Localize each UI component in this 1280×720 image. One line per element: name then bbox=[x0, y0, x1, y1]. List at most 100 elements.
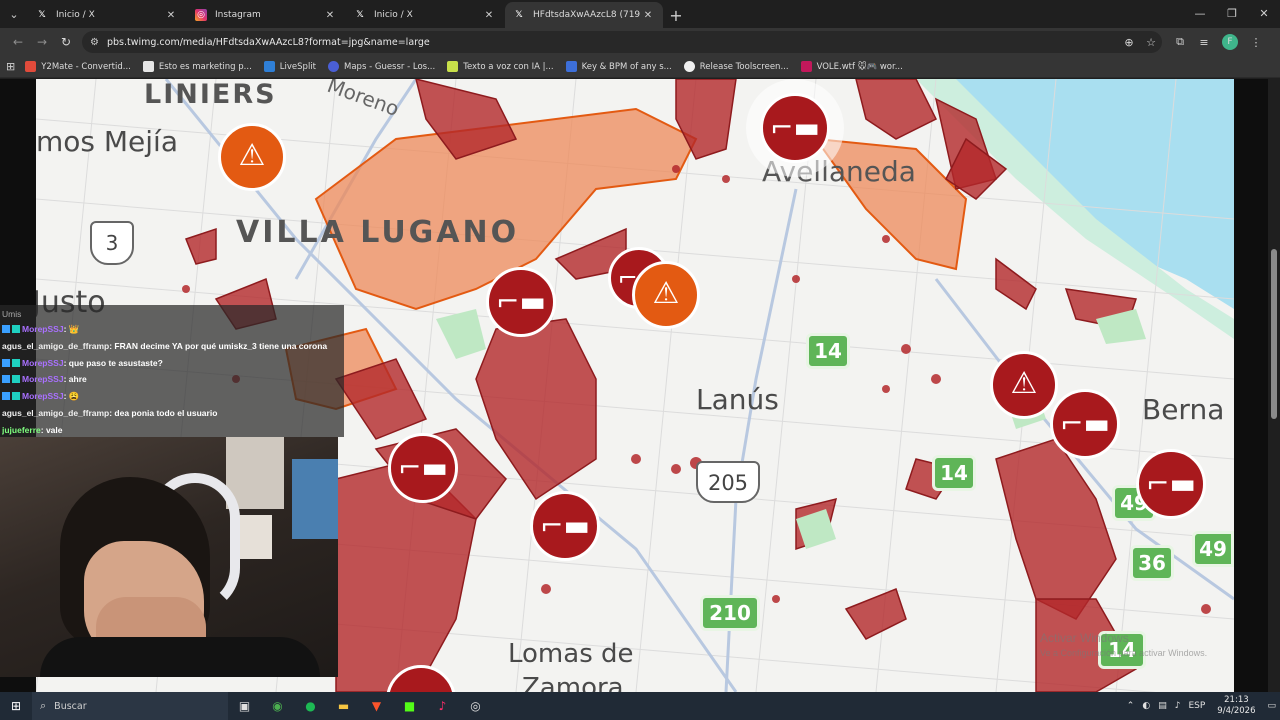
badge-icon bbox=[2, 375, 10, 384]
taskbar-search-label: Buscar bbox=[54, 700, 87, 712]
spotify-icon[interactable]: ● bbox=[294, 692, 327, 720]
close-icon[interactable]: ✕ bbox=[323, 10, 337, 21]
kick-icon[interactable]: ■ bbox=[393, 692, 426, 720]
back-arrow-icon[interactable]: ← bbox=[6, 30, 30, 54]
chat-text: : 😩 bbox=[63, 391, 80, 402]
x-logo-icon: 𝕏 bbox=[356, 10, 364, 20]
close-icon[interactable]: ✕ bbox=[164, 10, 178, 21]
new-tab-button[interactable]: + bbox=[664, 2, 688, 28]
bookmark-icon bbox=[25, 61, 37, 72]
bookmark-release-toolscreen[interactable]: Release Toolscreen... bbox=[683, 61, 789, 72]
task-view-icon[interactable]: ▣ bbox=[228, 692, 261, 720]
tab-strip: ⌄ 𝕏 Inicio / X ✕ ◎ Instagram ✕ 𝕏 Inicio … bbox=[0, 0, 1280, 28]
chat-message: MorepSSJ: 😩 bbox=[2, 388, 344, 405]
label-liniers: LINIERS bbox=[144, 79, 277, 110]
menu-dots-icon[interactable]: ⋮ bbox=[1244, 36, 1268, 49]
network-icon[interactable]: ▤ bbox=[1158, 701, 1167, 711]
bookmark-livesplit[interactable]: LiveSplit bbox=[263, 61, 316, 72]
tab-inicio-x-2[interactable]: 𝕏 Inicio / X ✕ bbox=[346, 2, 504, 28]
bookmark-label: VOLE.wtf 🐭🎮 wor... bbox=[816, 61, 903, 72]
profile-avatar[interactable]: F bbox=[1222, 34, 1238, 50]
bookmark-label: Release Toolscreen... bbox=[699, 61, 789, 72]
person-shirt bbox=[40, 637, 320, 677]
chat-text: : 👑 bbox=[63, 324, 80, 334]
instagram-icon: ◎ bbox=[195, 9, 207, 21]
tab-instagram[interactable]: ◎ Instagram ✕ bbox=[187, 2, 345, 28]
bookmark-vole[interactable]: VOLE.wtf 🐭🎮 wor... bbox=[800, 61, 903, 72]
brave-icon[interactable]: ▼ bbox=[360, 692, 393, 720]
chat-user: MorepSSJ bbox=[22, 374, 64, 385]
bookmark-marketing[interactable]: Esto es marketing p... bbox=[142, 61, 252, 72]
taskbar-search[interactable]: ⌕ Buscar bbox=[32, 692, 228, 720]
badge-icon bbox=[12, 325, 20, 333]
bookmark-key-bpm[interactable]: Key & BPM of any s... bbox=[565, 61, 672, 72]
bookmark-label: Texto a voz con IA |... bbox=[463, 61, 554, 72]
webcam-overlay bbox=[0, 437, 338, 677]
chat-user: MorepSSJ bbox=[22, 357, 64, 368]
reading-list-icon[interactable]: ≡ bbox=[1192, 36, 1216, 49]
discord-icon[interactable]: ◐ bbox=[1142, 701, 1150, 711]
extensions-icon[interactable]: ⧉ bbox=[1168, 35, 1192, 49]
restore-icon[interactable]: ❐ bbox=[1216, 0, 1248, 28]
chat-user: MorepSSJ bbox=[22, 391, 64, 402]
label-ramos-mejia: mos Mejía bbox=[36, 125, 178, 158]
bookmark-maps-guessr[interactable]: Maps - Guessr - Los... bbox=[328, 61, 435, 72]
windows-start-icon[interactable]: ⊞ bbox=[0, 692, 32, 720]
obs-icon[interactable]: ◎ bbox=[459, 692, 492, 720]
chat-text: : dea ponia todo el usuario bbox=[109, 407, 218, 418]
chat-user: agus_el_amigo_de_fframp bbox=[2, 407, 110, 418]
scrollbar-thumb[interactable] bbox=[1271, 249, 1277, 419]
bookmark-texto-a-voz[interactable]: Texto a voz con IA |... bbox=[447, 61, 554, 72]
window-controls: — ❐ ✕ bbox=[1184, 0, 1280, 28]
vertical-scrollbar[interactable] bbox=[1268, 79, 1280, 692]
forward-arrow-icon[interactable]: → bbox=[30, 30, 54, 54]
zoom-icon[interactable]: ⊕ bbox=[1118, 36, 1140, 49]
wall-poster bbox=[236, 515, 272, 559]
reload-icon[interactable]: ↻ bbox=[54, 30, 78, 54]
stream-chat-overlay: Umis MorepSSJ: 👑 agus_el_amigo_de_fframp… bbox=[0, 305, 344, 437]
close-window-icon[interactable]: ✕ bbox=[1248, 0, 1280, 28]
apps-grid-icon[interactable]: ⊞ bbox=[6, 60, 15, 73]
chat-user: jujueferre bbox=[2, 424, 41, 435]
gun-marker-icon: ⌐▬ bbox=[388, 433, 458, 503]
notification-icon[interactable]: ▭ bbox=[1267, 701, 1276, 711]
language-indicator[interactable]: ESP bbox=[1188, 701, 1205, 711]
site-info-icon[interactable]: ⚙ bbox=[90, 37, 99, 48]
close-icon[interactable]: ✕ bbox=[641, 10, 655, 21]
bookmark-label: Y2Mate - Convertid... bbox=[41, 61, 131, 72]
minimize-icon[interactable]: — bbox=[1184, 0, 1216, 28]
browser-toolbar: ← → ↻ ⚙ pbs.twimg.com/media/HFdtsdaXwAAz… bbox=[0, 28, 1280, 56]
gun-marker-icon: ⌐▬ bbox=[760, 93, 830, 163]
chat-message: agus_el_amigo_de_fframp: FRAN decime YA … bbox=[2, 338, 344, 355]
label-lanus: Lanús bbox=[696, 383, 779, 416]
route-shield-210: 210 bbox=[700, 595, 760, 631]
github-icon bbox=[683, 61, 695, 72]
chevron-up-icon[interactable]: ⌃ bbox=[1127, 701, 1135, 711]
gun-marker-icon: ⌐▬ bbox=[1050, 389, 1120, 459]
bookmark-y2mate[interactable]: Y2Mate - Convertid... bbox=[25, 61, 131, 72]
chrome-icon[interactable]: ◉ bbox=[261, 692, 294, 720]
route-shield-49b: 49 bbox=[1192, 531, 1234, 567]
bookmark-label: Key & BPM of any s... bbox=[581, 61, 672, 72]
badge-icon bbox=[12, 375, 20, 384]
screen: ⌄ 𝕏 Inicio / X ✕ ◎ Instagram ✕ 𝕏 Inicio … bbox=[0, 0, 1280, 720]
volume-icon[interactable]: ♪ bbox=[1175, 701, 1181, 711]
chat-user: MorepSSJ bbox=[22, 324, 64, 334]
system-tray: ⌃ ◐ ▤ ♪ ESP 21:13 9/4/2026 ▭ bbox=[1123, 692, 1280, 720]
tab-image[interactable]: 𝕏 HFdtsdaXwAAzcL8 (719×1224) ✕ bbox=[505, 2, 663, 28]
bookmark-label: Esto es marketing p... bbox=[158, 61, 252, 72]
bookmark-star-icon[interactable]: ☆ bbox=[1140, 36, 1162, 49]
chat-header: Umis bbox=[2, 309, 22, 319]
system-clock[interactable]: 21:13 9/4/2026 bbox=[1217, 695, 1255, 717]
url-text[interactable]: pbs.twimg.com/media/HFdtsdaXwAAzcL8?form… bbox=[107, 37, 1118, 48]
close-icon[interactable]: ✕ bbox=[482, 10, 496, 21]
tiktok-icon[interactable]: ♪ bbox=[426, 692, 459, 720]
page-content: LINIERS mos Mejía Moreno VILLA LUGANO Ju… bbox=[0, 79, 1280, 692]
activate-windows-title: Activar Windows bbox=[1040, 631, 1129, 645]
file-explorer-icon[interactable]: ▬ bbox=[327, 692, 360, 720]
tab-search-icon[interactable]: ⌄ bbox=[0, 0, 28, 28]
address-bar[interactable]: ⚙ pbs.twimg.com/media/HFdtsdaXwAAzcL8?fo… bbox=[82, 31, 1162, 53]
tab-inicio-x-1[interactable]: 𝕏 Inicio / X ✕ bbox=[28, 2, 186, 28]
activate-windows-subtitle: Ve a Configuración para activar Windows. bbox=[1040, 648, 1208, 658]
toolbar-actions: ⧉ ≡ F ⋮ bbox=[1168, 34, 1268, 50]
